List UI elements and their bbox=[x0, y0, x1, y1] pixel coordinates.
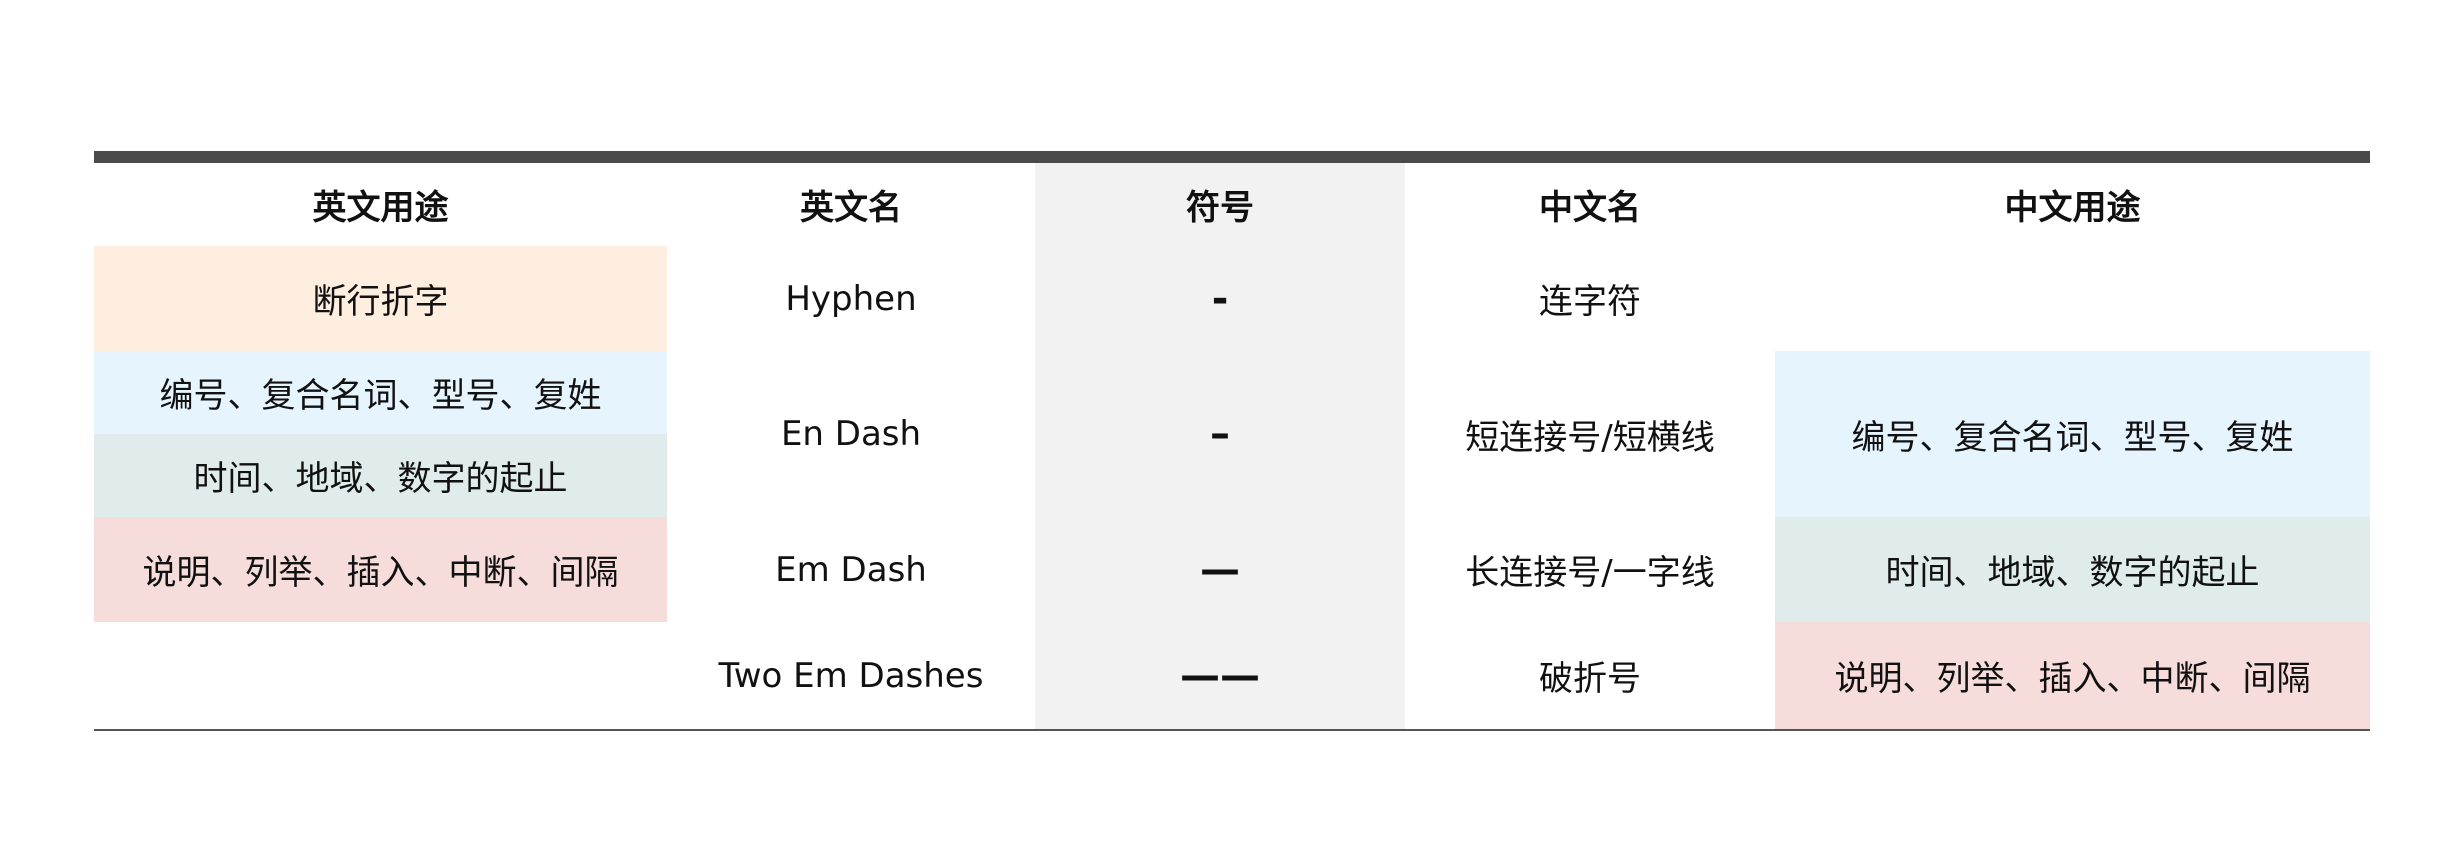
header-en-name: 英文名 bbox=[800, 188, 902, 228]
header-symbol: 符号 bbox=[1186, 188, 1254, 228]
cn-name-en-dash: 短连接号/短横线 bbox=[1465, 417, 1715, 458]
en-name-hyphen: Hyphen bbox=[785, 278, 917, 319]
en-usage-two-em-dashes: 说明、列举、插入、中断、间隔 bbox=[94, 517, 667, 622]
cn-usage-two-em-dashes: 说明、列举、插入、中断、间隔 bbox=[1775, 622, 2370, 729]
symbol-em-dash: — bbox=[1200, 546, 1240, 593]
cn-name-em-dash: 长连接号/一字线 bbox=[1465, 553, 1715, 593]
en-usage-em-dash: 时间、地域、数字的起止 bbox=[94, 434, 667, 517]
cn-usage-em-dash: 时间、地域、数字的起止 bbox=[1775, 517, 2370, 622]
en-name-two-em-dashes: Two Em Dashes bbox=[718, 655, 984, 696]
cn-name-hyphen: 连字符 bbox=[1539, 282, 1641, 322]
symbol-en-dash: – bbox=[1210, 411, 1230, 457]
header-cn-usage: 中文用途 bbox=[2004, 188, 2141, 228]
en-name-en-dash: En Dash bbox=[780, 414, 922, 454]
dash-comparison-table: 英文用途 英文名 符号 中文名 中文用途 断行折字 编号、复合名词、型号、复姓 … bbox=[94, 151, 2370, 731]
table-top-rule bbox=[94, 151, 2370, 163]
header-cn-name: 中文名 bbox=[1539, 188, 1641, 228]
header-en-usage: 英文用途 bbox=[312, 188, 449, 228]
en-usage-hyphen: 断行折字 bbox=[94, 246, 667, 351]
en-name-em-dash: Em Dash bbox=[775, 549, 927, 590]
symbol-two-em-dashes: —— bbox=[1180, 652, 1260, 699]
en-usage-en-dash: 编号、复合名词、型号、复姓 bbox=[94, 351, 667, 434]
table-bottom-rule bbox=[94, 729, 2370, 731]
cn-usage-en-dash: 编号、复合名词、型号、复姓 bbox=[1775, 351, 2370, 517]
cn-name-two-em-dashes: 破折号 bbox=[1539, 659, 1641, 699]
symbol-hyphen: - bbox=[1211, 275, 1229, 322]
